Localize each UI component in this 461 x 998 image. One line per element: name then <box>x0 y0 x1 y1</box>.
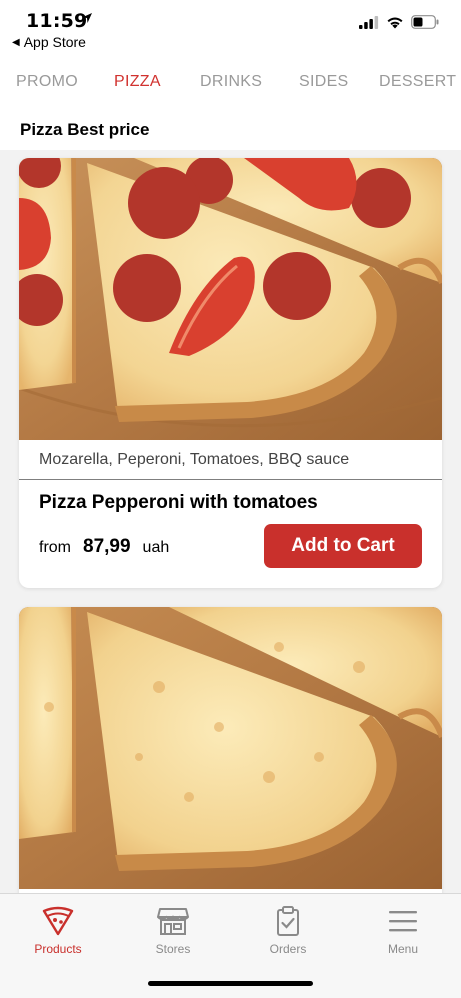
tab-dessert[interactable]: DESSERT <box>379 73 456 91</box>
price-prefix: from <box>39 539 71 556</box>
app-screen: 11:59 ◀ App Store PROMO PIZZA DRINKS SID… <box>0 0 461 998</box>
add-to-cart-button[interactable]: Add to Cart <box>264 524 422 568</box>
wifi-icon <box>387 17 403 28</box>
pepperoni-pizza-image[interactable] <box>19 158 442 440</box>
tab-drinks[interactable]: DRINKS <box>200 73 262 91</box>
tab-promo[interactable]: PROMO <box>16 73 78 91</box>
signal-icon <box>359 15 379 29</box>
price-row: from 87,99 uah <box>39 536 169 558</box>
product-ingredients: Mozarella, Peperoni, Tomatoes, BBQ sauce <box>39 451 350 468</box>
nav-label: Menu <box>387 942 419 956</box>
product-card[interactable]: Mozarella, Peperoni, Tomatoes, BBQ sauce… <box>19 158 442 588</box>
price-currency: uah <box>142 539 170 556</box>
status-bar: 11:59 ◀ App Store <box>0 0 461 56</box>
nav-products[interactable]: Products <box>8 906 108 956</box>
pepperoni-pizza-illustration <box>19 158 442 440</box>
nav-menu[interactable]: Menu <box>353 906 453 956</box>
nav-label: Stores <box>155 942 191 956</box>
nav-orders[interactable]: Orders <box>238 906 338 956</box>
section-title: Pizza Best price <box>20 120 150 139</box>
status-time: 11:59 <box>26 10 88 32</box>
product-card[interactable] <box>19 607 442 937</box>
location-arrow-icon <box>82 13 92 23</box>
tab-sides[interactable]: SIDES <box>299 73 349 91</box>
store-icon <box>157 908 189 935</box>
hamburger-icon <box>389 911 417 932</box>
nav-label: Products <box>34 942 82 956</box>
back-triangle-icon: ◀ <box>12 36 20 48</box>
back-app-label: App Store <box>23 34 86 50</box>
cheese-pizza-illustration <box>19 607 442 889</box>
nav-stores[interactable]: Stores <box>123 906 223 956</box>
product-description: Mozarella, Peperoni, Tomatoes, BBQ sauce <box>19 440 442 480</box>
section-header: Pizza Best price <box>0 108 461 150</box>
cheese-pizza-image[interactable] <box>19 607 442 889</box>
clipboard-icon <box>277 906 299 936</box>
home-indicator[interactable] <box>148 981 313 986</box>
category-tabs: PROMO PIZZA DRINKS SIDES DESSERT <box>0 56 461 108</box>
nav-label: Orders <box>269 942 307 956</box>
tab-pizza[interactable]: PIZZA <box>114 73 161 91</box>
bottom-nav: Products Stores Orders Menu <box>0 893 461 998</box>
product-name: Pizza Pepperoni with tomatoes <box>39 492 318 513</box>
status-indicators <box>359 15 439 29</box>
back-to-app-store[interactable]: ◀ App Store <box>12 34 86 50</box>
pizza-slice-icon <box>42 906 74 936</box>
battery-icon <box>411 15 439 29</box>
price-value: 87,99 <box>83 536 131 557</box>
